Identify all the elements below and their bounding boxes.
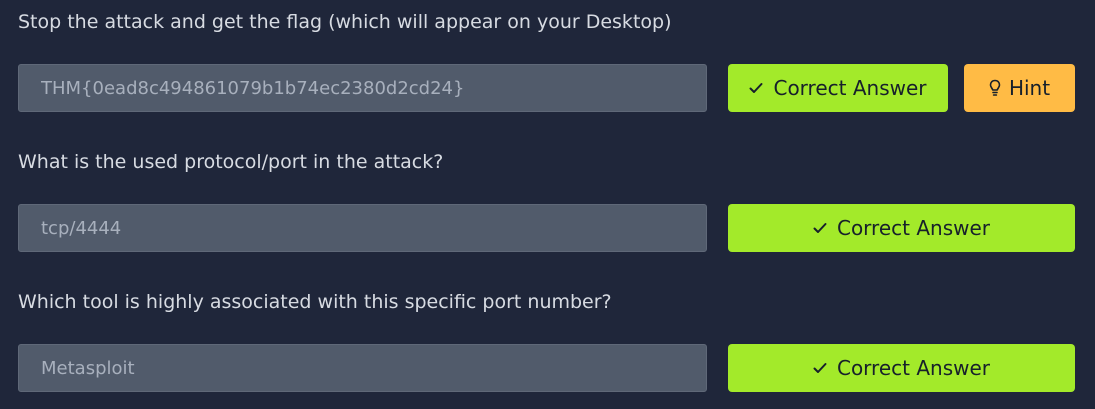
correct-answer-label: Correct Answer xyxy=(836,216,991,240)
correct-answer-label: Correct Answer xyxy=(836,356,991,380)
check-icon xyxy=(813,362,827,374)
question-2-correct-answer-button[interactable]: Correct Answer xyxy=(728,204,1075,252)
question-1-text: Stop the attack and get the flag (which … xyxy=(18,11,672,33)
question-2-text: What is the used protocol/port in the at… xyxy=(18,151,444,173)
question-2-answer-field[interactable] xyxy=(18,204,707,252)
question-1-answer-field[interactable] xyxy=(18,64,707,112)
lightbulb-icon xyxy=(989,79,1001,97)
correct-answer-label: Correct Answer xyxy=(773,76,927,100)
question-1-correct-answer-button[interactable]: Correct Answer xyxy=(728,64,948,112)
question-3-correct-answer-button[interactable]: Correct Answer xyxy=(728,344,1075,392)
question-3-answer-field[interactable] xyxy=(18,344,707,392)
hint-label: Hint xyxy=(1008,76,1051,100)
question-3-text: Which tool is highly associated with thi… xyxy=(18,291,612,313)
check-icon xyxy=(813,222,827,234)
question-1-hint-button[interactable]: Hint xyxy=(964,64,1075,112)
check-icon xyxy=(749,82,763,94)
